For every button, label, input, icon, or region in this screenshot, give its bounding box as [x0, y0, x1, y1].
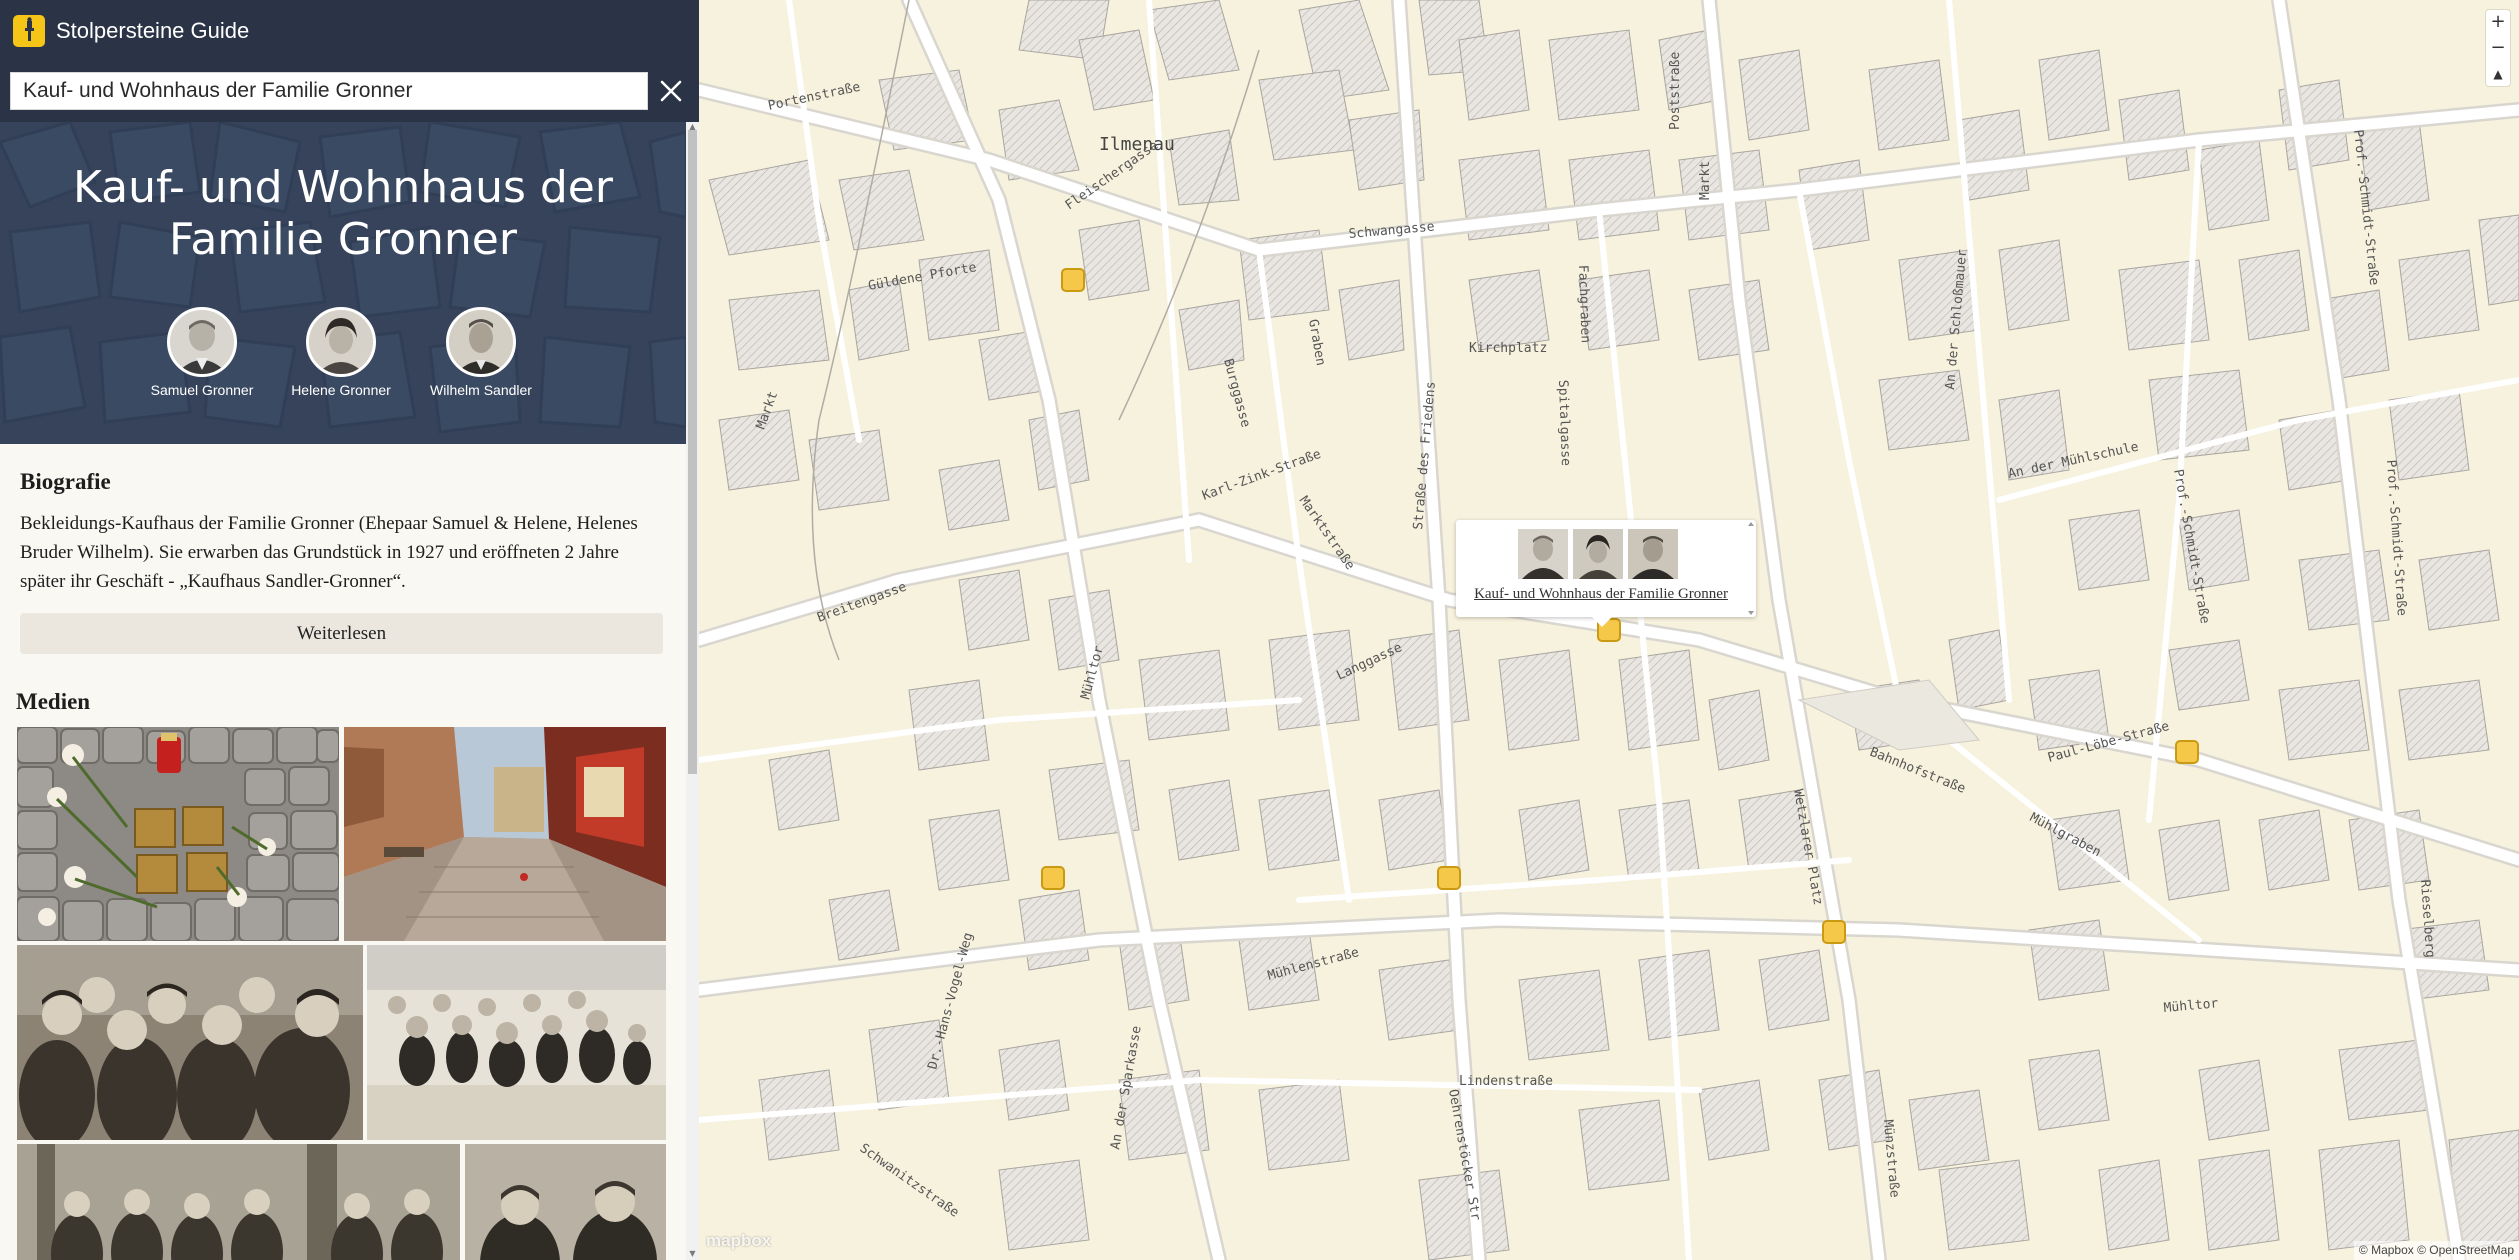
media-photo-street[interactable]	[344, 727, 666, 941]
scrollbar[interactable]: ▲ ▼	[686, 122, 699, 1260]
street-label: Spitalgasse	[1555, 380, 1573, 467]
zoom-in-button[interactable]: +	[2486, 10, 2510, 34]
person-samuel-gronner[interactable]: Samuel Gronner	[137, 307, 267, 399]
biography-text: Bekleidungs-Kaufhaus der Familie Gronner…	[20, 513, 638, 592]
biography-section: Biografie Bekleidungs-Kaufhaus der Famil…	[20, 467, 665, 596]
popup-avatar[interactable]	[1628, 529, 1678, 579]
media-photo-beach[interactable]	[367, 945, 666, 1140]
place-title: Kauf- und Wohnhaus der Familie Gronner	[73, 162, 613, 265]
media-heading: Medien	[16, 689, 91, 714]
media-photo-portrait-pair[interactable]	[465, 1144, 666, 1260]
mapbox-logo[interactable]: mapbox	[706, 1231, 771, 1251]
hero-banner: Kauf- und Wohnhaus der Familie Gronner S…	[0, 122, 686, 444]
close-icon[interactable]	[652, 72, 690, 110]
zoom-controls: + − ▲	[2486, 10, 2510, 86]
person-name: Samuel Gronner	[150, 382, 254, 398]
avatar[interactable]	[167, 307, 237, 377]
street-label: Poststraße	[1668, 52, 1683, 130]
read-more-button[interactable]: Weiterlesen	[20, 613, 663, 654]
biography-heading: Biografie	[20, 469, 111, 494]
stolperstein-logo-icon[interactable]	[13, 15, 45, 47]
person-helene-gronner[interactable]: Helene Gronner	[276, 307, 406, 399]
stolperstein-marker[interactable]	[1061, 268, 1085, 292]
zoom-out-button[interactable]: −	[2486, 36, 2510, 60]
scrollbar-thumb[interactable]	[688, 130, 697, 774]
stolperstein-marker[interactable]	[2175, 740, 2199, 764]
media-photo-group[interactable]	[17, 945, 363, 1140]
person-name: Helene Gronner	[291, 382, 391, 398]
street-label: Fachgraben	[1575, 265, 1593, 344]
street-label: Kirchplatz	[1469, 341, 1547, 356]
popup-avatar[interactable]	[1518, 529, 1568, 579]
app-title: Stolpersteine Guide	[56, 18, 250, 43]
stolperstein-marker[interactable]	[1437, 866, 1461, 890]
stolperstein-marker[interactable]	[1822, 920, 1846, 944]
person-wilhelm-sandler[interactable]: Wilhelm Sandler	[416, 307, 546, 399]
popup-avatar[interactable]	[1573, 529, 1623, 579]
popup-place-link[interactable]: Kauf- und Wohnhaus der Familie Gronner	[1466, 584, 1736, 604]
detail-panel[interactable]: Kauf- und Wohnhaus der Familie Gronner S…	[0, 122, 686, 1260]
search-input[interactable]: Kauf- und Wohnhaus der Familie Gronner	[10, 72, 648, 110]
popup-scrollbar[interactable]	[1746, 520, 1756, 617]
top-bar: Stolpersteine Guide Kauf- und Wohnhaus d…	[0, 0, 699, 122]
map[interactable]: Ilmenau Portenstraße Fleischergasse Güld…	[699, 0, 2519, 1260]
avatar[interactable]	[306, 307, 376, 377]
compass-icon[interactable]: ▲	[2486, 62, 2510, 86]
media-photo-stolpersteine[interactable]	[17, 727, 339, 941]
location-popup[interactable]: Kauf- und Wohnhaus der Familie Gronner	[1456, 520, 1756, 627]
street-label: Markt	[1698, 161, 1713, 200]
media-photo-outdoor-group[interactable]	[17, 1144, 460, 1260]
scroll-down-icon[interactable]: ▼	[688, 1249, 697, 1258]
map-attribution[interactable]: © Mapbox © OpenStreetMap	[2353, 1241, 2519, 1260]
street-label: Lindenstraße	[1459, 1074, 1553, 1089]
sidebar: Stolpersteine Guide Kauf- und Wohnhaus d…	[0, 0, 699, 1260]
stolperstein-marker[interactable]	[1041, 866, 1065, 890]
person-name: Wilhelm Sandler	[430, 382, 532, 398]
popup-tip	[1592, 617, 1612, 627]
avatar[interactable]	[446, 307, 516, 377]
